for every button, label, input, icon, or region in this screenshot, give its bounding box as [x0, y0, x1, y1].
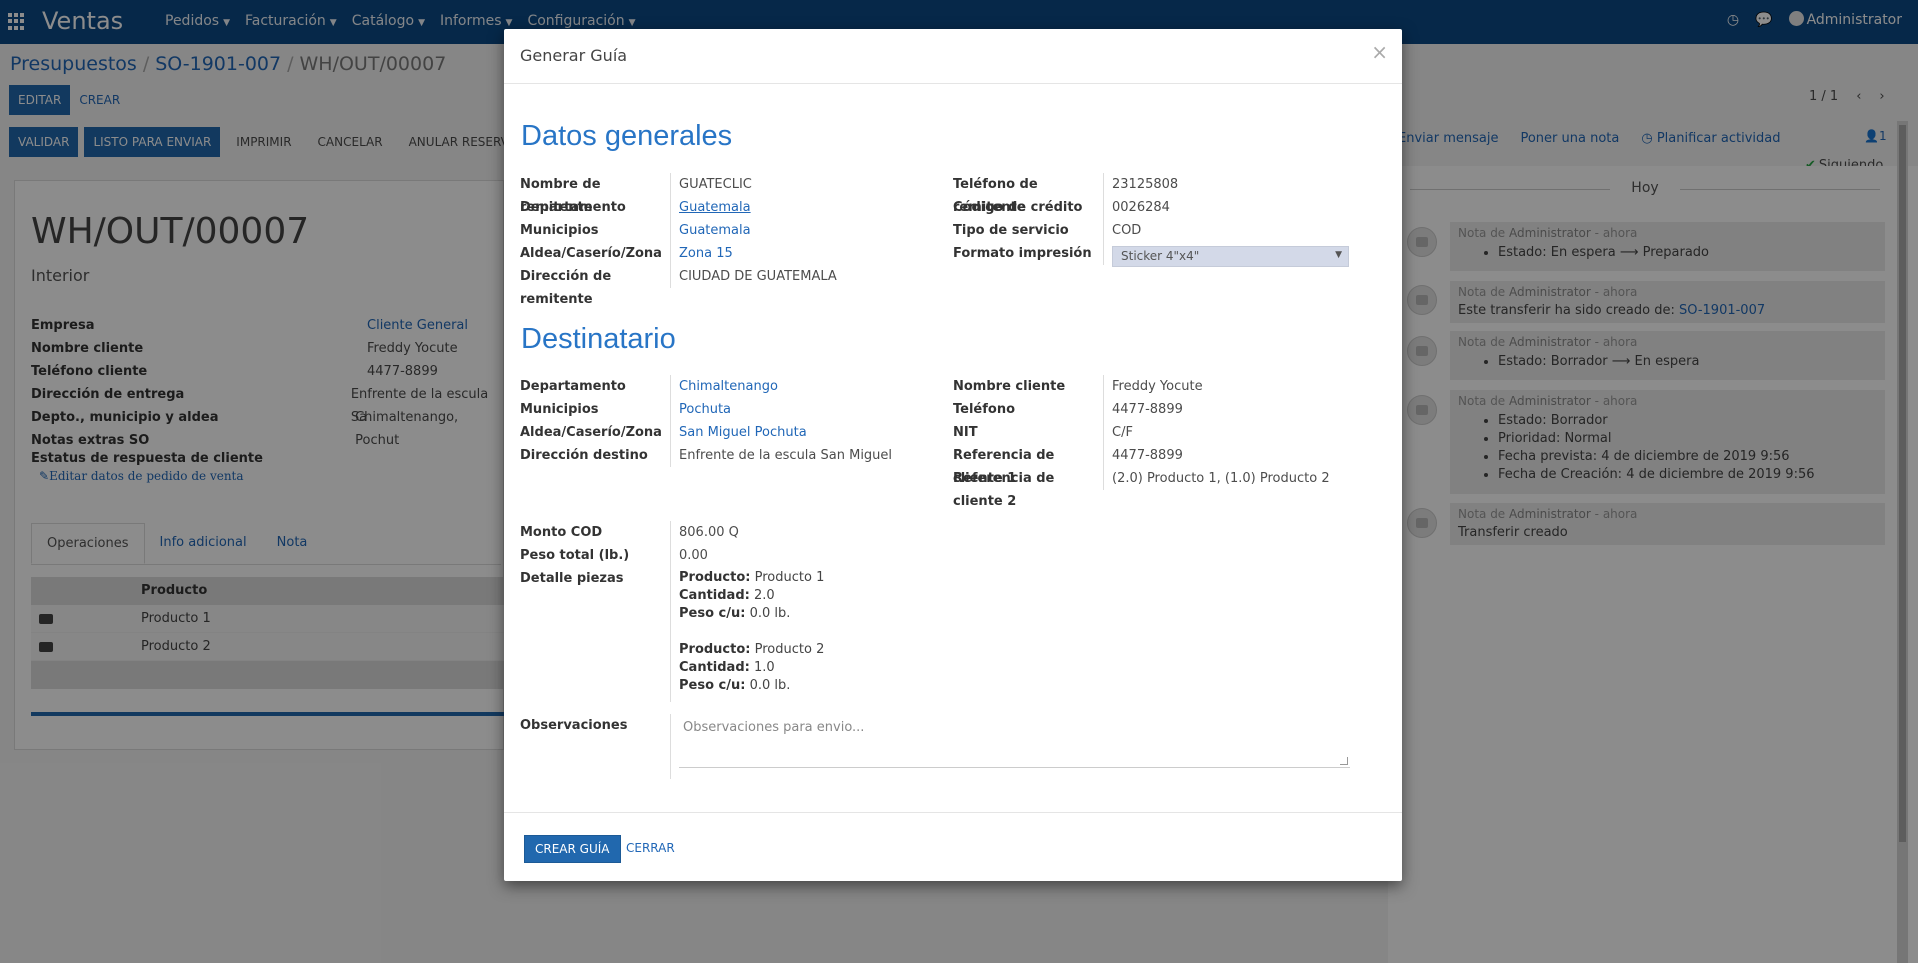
observations-textarea[interactable]: Observaciones para envio...: [679, 714, 1350, 768]
general-left-fields: Nombre de remitente GUATECLIC Departament…: [520, 173, 837, 307]
field-row: Departamento Guatemala: [520, 196, 837, 219]
observations-label: Observaciones: [520, 718, 628, 733]
divider: [670, 567, 671, 702]
field-row: Aldea/Caserío/Zona Zona 15: [520, 242, 837, 265]
divider: [670, 714, 671, 779]
field-row: Teléfono de remitente 23125808: [953, 173, 1178, 215]
field-row: Teléfono 4477-8899: [953, 398, 1330, 421]
field-row: Nombre cliente Freddy Yocute: [953, 375, 1330, 398]
resize-handle-icon[interactable]: [1340, 757, 1348, 765]
field-row: Municipios Guatemala: [520, 219, 837, 242]
field-row: Código de crédito 0026284: [953, 196, 1178, 219]
field-row: Monto COD 806.00 Q: [520, 521, 739, 544]
dest-right-fields: Nombre cliente Freddy Yocute Teléfono 4477…: [953, 375, 1330, 509]
field-row: Municipios Pochuta: [520, 398, 892, 421]
chevron-down-icon: ▼: [1335, 250, 1342, 260]
field-row: NIT C/F: [953, 421, 1330, 444]
field-row: Departamento Chimaltenango: [520, 375, 892, 398]
field-row: Referencia de cliente 1 4477-8899: [953, 444, 1330, 486]
close-button[interactable]: Cerrar: [626, 841, 675, 855]
section-datos-generales: Datos generales: [521, 120, 733, 152]
create-guide-button[interactable]: Crear guía: [524, 835, 621, 863]
pieces-detail: Producto: Producto 1 Cantidad: 2.0 Peso …: [679, 570, 825, 693]
field-row: Referencia de cliente 2 (2.0) Producto 1,…: [953, 467, 1330, 509]
field-row: Aldea/Caserío/Zona San Miguel Pochuta: [520, 421, 892, 444]
modal-header: Generar Guía ×: [504, 29, 1402, 84]
field-row: Dirección de remitente CIUDAD DE GUATEMAL…: [520, 265, 837, 307]
print-format-select[interactable]: Sticker 4"x4" ▼: [1112, 246, 1349, 267]
field-row: Tipo de servicio COD: [953, 219, 1178, 242]
close-icon[interactable]: ×: [1371, 40, 1388, 64]
field-row: Peso total (lb.) 0.00: [520, 544, 739, 567]
field-row: Nombre de remitente GUATECLIC: [520, 173, 837, 215]
modal-footer: Crear guía Cerrar: [504, 812, 1402, 881]
field-row: Dirección destino Enfrente de la escula S…: [520, 444, 892, 467]
modal-title: Generar Guía: [520, 46, 628, 65]
dest-left-fields: Departamento Chimaltenango Municipios Poch…: [520, 375, 892, 467]
section-destinatario: Destinatario: [521, 323, 676, 355]
